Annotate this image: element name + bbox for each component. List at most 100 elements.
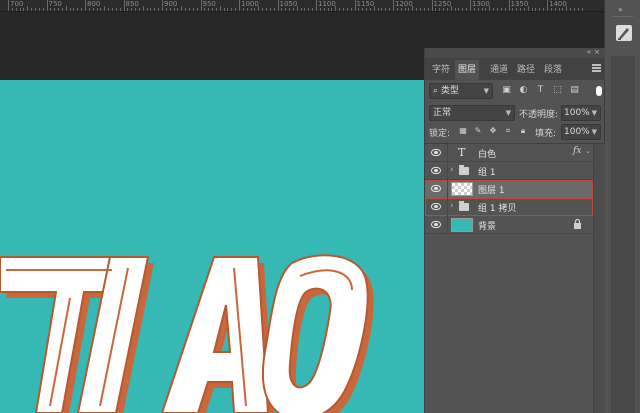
ruler-tick	[427, 8, 429, 11]
filter-kind-select[interactable]: ⌕ 类型 ▼	[429, 83, 493, 99]
visibility-eye-icon[interactable]	[431, 203, 441, 210]
ruler-tick	[81, 8, 83, 11]
eye-separator	[447, 216, 448, 234]
layer-row-white-text[interactable]: T 白色 fx ⌄	[425, 144, 593, 162]
blend-row: 正常 ▼ 不透明度: 100% ▼	[425, 104, 605, 122]
panel-tab-bar: 字符 图层 通道 路径 段落	[425, 58, 605, 80]
ruler-tick	[493, 8, 495, 11]
shape-filter-icon[interactable]: ⬚	[552, 85, 563, 96]
ruler-tick	[162, 0, 163, 11]
ruler-tick	[408, 8, 410, 11]
ruler-tick	[520, 8, 522, 11]
adjustment-filter-icon[interactable]: ◐	[518, 85, 529, 96]
ruler-tick	[208, 8, 210, 11]
panel-close-icon[interactable]: ×	[594, 48, 600, 56]
tab-character[interactable]: 字符	[429, 60, 453, 80]
layer-row-group-1-copy[interactable]: › 组 1 拷贝	[425, 198, 593, 216]
ruler-tick	[46, 0, 48, 11]
ruler-tick	[181, 6, 183, 11]
ruler-tick	[242, 8, 244, 11]
chevron-right-icon[interactable]: ›	[450, 165, 454, 175]
ruler-number: 750	[48, 0, 62, 8]
layer-row-background[interactable]: 背景	[425, 216, 593, 234]
layer-name[interactable]: 图层 1	[478, 183, 505, 196]
ruler-tick	[342, 8, 344, 11]
ruler-tick	[366, 8, 368, 11]
ruler-tick	[516, 8, 518, 11]
ruler-tick	[535, 8, 537, 11]
lock-image-pixels-icon[interactable]: ✎	[473, 126, 483, 136]
ruler-tick	[250, 8, 252, 11]
ruler-tick	[308, 8, 310, 11]
ruler-tick	[185, 8, 187, 11]
lock-position-icon[interactable]: ✥	[488, 126, 498, 136]
layers-scrollbar[interactable]	[593, 144, 605, 413]
layer-name[interactable]: 白色	[478, 147, 496, 160]
panel-menu-icon[interactable]	[592, 64, 601, 72]
layer-name[interactable]: 组 1 拷贝	[478, 201, 516, 214]
ruler-tick	[300, 8, 302, 11]
smart-object-filter-icon[interactable]: ▤	[569, 85, 580, 96]
layer-effects-icon[interactable]: fx	[573, 146, 581, 156]
ruler-tick	[73, 8, 75, 11]
filter-toggle-switch[interactable]	[596, 86, 602, 96]
fill-field[interactable]: 100% ▼	[561, 124, 601, 140]
chevron-right-icon[interactable]: ›	[450, 201, 454, 211]
ruler-tick	[346, 8, 348, 11]
type-filter-icon[interactable]: T	[535, 85, 546, 96]
folder-icon	[459, 165, 469, 175]
blend-mode-select[interactable]: 正常 ▼	[429, 105, 515, 121]
ruler-tick	[531, 8, 533, 11]
tab-channels[interactable]: 通道	[487, 60, 511, 80]
ruler-tick	[477, 8, 479, 11]
layer-filter-row: ⌕ 类型 ▼ ▣ ◐ T ⬚ ▤	[425, 82, 605, 100]
lock-artboard-icon[interactable]: ⌗	[503, 126, 513, 136]
ruler-tick	[169, 8, 171, 11]
ruler-tick	[558, 8, 560, 11]
layer-name[interactable]: 组 1	[478, 165, 496, 178]
visibility-eye-icon[interactable]	[431, 185, 441, 192]
opacity-value: 100%	[564, 108, 590, 118]
ruler-tick	[489, 6, 491, 11]
chevron-down-icon: ▼	[591, 128, 597, 136]
chevron-down-icon[interactable]: ⌄	[585, 147, 591, 155]
layer-row-layer-1[interactable]: 图层 1	[425, 180, 593, 198]
ruler-tick	[104, 6, 106, 11]
ruler-tick	[69, 8, 71, 11]
tab-paths[interactable]: 路径	[514, 60, 538, 80]
brush-settings-icon[interactable]	[616, 25, 632, 41]
ruler-tick	[573, 8, 575, 11]
ruler-tick	[458, 8, 460, 11]
ruler-tick	[396, 8, 398, 11]
ruler-tick	[31, 8, 33, 11]
panel-title-bar[interactable]: « ×	[425, 48, 605, 58]
ruler-tick	[65, 6, 67, 11]
ruler-tick	[331, 8, 333, 11]
ruler-tick	[304, 8, 306, 11]
lock-all-icon[interactable]: 🔒︎	[518, 126, 528, 136]
layer-name[interactable]: 背景	[478, 219, 496, 232]
visibility-eye-icon[interactable]	[431, 167, 441, 174]
image-filter-icon[interactable]: ▣	[501, 85, 512, 96]
visibility-eye-icon[interactable]	[431, 149, 441, 156]
layer-row-group-1[interactable]: › 组 1	[425, 162, 593, 180]
lock-transparency-icon[interactable]: ▦	[458, 126, 468, 136]
tab-paragraph[interactable]: 段落	[541, 60, 565, 80]
layers-panel: « × 字符 图层 通道 路径 段落 ⌕ 类型 ▼ ▣ ◐ T ⬚ ▤ 正常 ▼…	[424, 48, 605, 413]
ruler-tick	[496, 8, 498, 11]
panel-collapse-arrows-icon[interactable]: «	[587, 48, 591, 56]
collapse-panels-icon[interactable]: »	[618, 5, 623, 14]
ruler-tick	[235, 8, 237, 11]
ruler-tick	[15, 8, 17, 11]
visibility-eye-icon[interactable]	[431, 221, 441, 228]
ruler-tick	[358, 8, 360, 11]
opacity-field[interactable]: 100% ▼	[561, 105, 601, 121]
ruler-tick	[23, 8, 25, 11]
ruler-tick	[466, 8, 468, 11]
ruler-tick	[50, 8, 52, 11]
chevron-down-icon: ▼	[505, 109, 511, 117]
search-icon: ⌕	[433, 86, 439, 96]
ruler-tick	[581, 8, 583, 11]
ruler-tick	[58, 8, 60, 11]
tab-layers[interactable]: 图层	[455, 60, 480, 80]
